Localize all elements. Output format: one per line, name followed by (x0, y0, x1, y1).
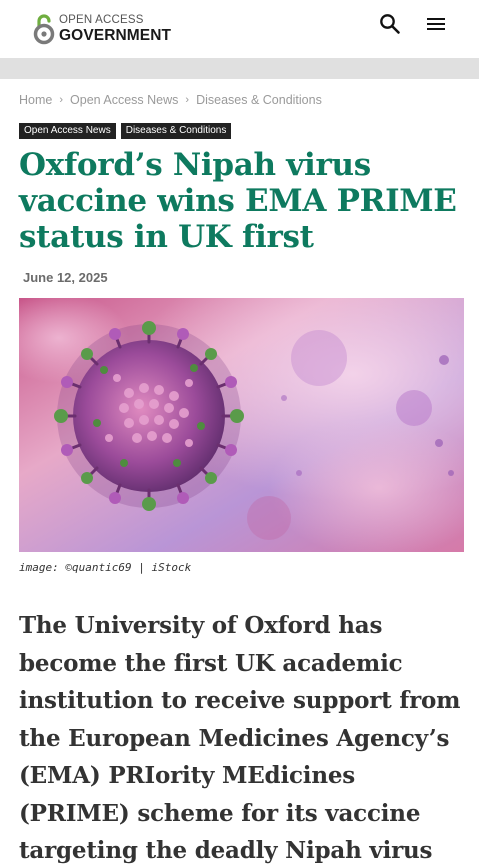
image-caption: image: ©quantic69 | iStock (19, 561, 192, 574)
article-hero-image (19, 298, 464, 552)
article-title: Oxford’s Nipah virus vaccine wins EMA PR… (19, 147, 457, 255)
padlock-logo-icon (33, 13, 55, 45)
hamburger-menu-icon (426, 16, 446, 37)
tag-open-access-news[interactable]: Open Access News (19, 123, 116, 139)
logo-text-bottom: GOVERNMENT (59, 26, 172, 44)
site-header: OPEN ACCESS GOVERNMENT (0, 0, 479, 58)
header-divider-bar (0, 58, 479, 79)
breadcrumb: Home › Open Access News › Diseases & Con… (19, 93, 322, 107)
breadcrumb-open-access-news[interactable]: Open Access News (70, 93, 178, 107)
breadcrumb-separator: › (185, 94, 190, 106)
breadcrumb-home[interactable]: Home (19, 93, 52, 107)
site-logo[interactable]: OPEN ACCESS GOVERNMENT (33, 12, 171, 46)
search-button[interactable] (378, 13, 402, 40)
breadcrumb-diseases-conditions[interactable]: Diseases & Conditions (196, 93, 322, 107)
article-date: June 12, 2025 (23, 270, 108, 285)
menu-button[interactable] (424, 14, 448, 38)
category-tags: Open Access News Diseases & Conditions (19, 123, 232, 139)
search-icon (379, 13, 401, 40)
breadcrumb-separator: › (59, 94, 64, 106)
tag-diseases-conditions[interactable]: Diseases & Conditions (120, 123, 232, 139)
logo-text-top: OPEN ACCESS (59, 14, 144, 26)
article-lead-paragraph: The University of Oxford has become the … (19, 612, 461, 864)
